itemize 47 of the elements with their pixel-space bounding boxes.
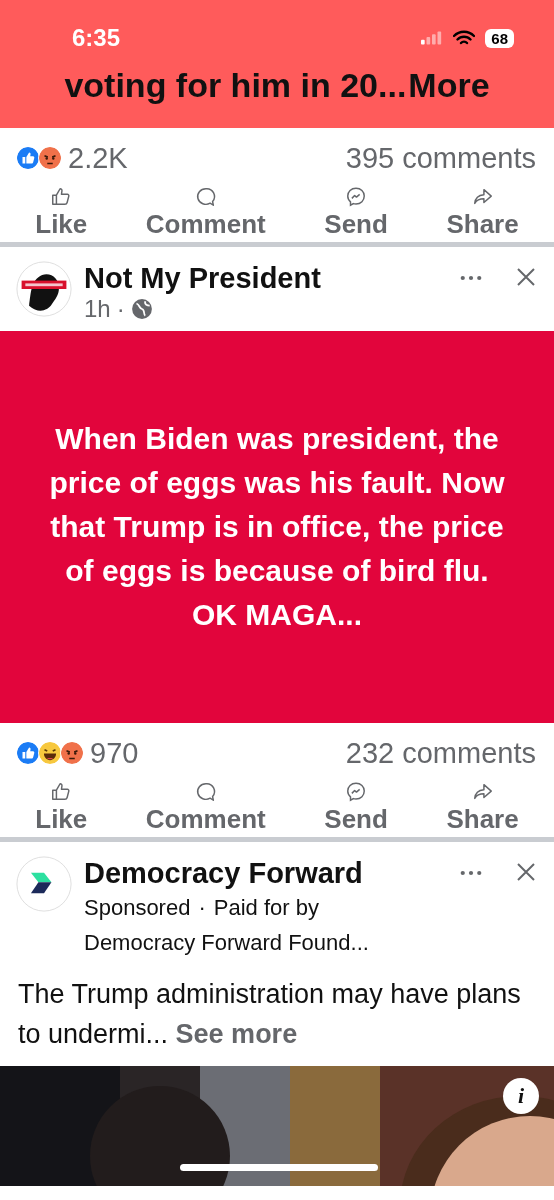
like-button[interactable]: Like <box>29 781 94 833</box>
separator-dot: · <box>116 295 125 323</box>
sponsor-name: Democracy Forward Found... <box>84 929 370 957</box>
separator-dot: · <box>198 894 206 922</box>
comment-button[interactable]: Comment <box>139 781 272 833</box>
more-options-icon[interactable] <box>460 275 482 281</box>
comment-count[interactable]: 232 comments <box>345 736 536 770</box>
avatar-drawing <box>16 261 72 317</box>
comment-icon <box>194 781 217 803</box>
more-options-icon[interactable] <box>460 870 482 876</box>
page-name[interactable]: Not My President <box>84 261 448 295</box>
more-link[interactable]: More <box>408 66 490 104</box>
reaction-count[interactable]: 970 <box>90 736 139 770</box>
comment-count[interactable]: 395 comments <box>345 141 536 175</box>
like-icon <box>50 781 73 803</box>
like-reaction-icon <box>16 741 40 765</box>
signal-icon <box>421 31 444 45</box>
post-text: voting for him in 20... <box>64 66 407 104</box>
laughing-face-icon <box>38 741 62 765</box>
angry-face-icon <box>38 146 62 170</box>
messenger-icon <box>345 781 368 803</box>
ad-caption: The Trump administration may have plans to undermi... See more <box>17 978 522 1051</box>
see-more-link[interactable]: See more <box>175 1019 298 1049</box>
status-time: 6:35 <box>72 24 121 52</box>
like-reaction-icon <box>16 146 40 170</box>
angry-face-icon <box>60 741 84 765</box>
share-button[interactable]: Share <box>440 781 525 833</box>
post-text: When Biden was president, the price of eggs was his fault. Now that Trump is in office, the price of eggs is because of bird flu. OK MAGA... <box>48 421 506 633</box>
battery-indicator: 68 <box>485 28 514 48</box>
page-name[interactable]: Democracy Forward <box>84 856 448 890</box>
arrow-logo-icon <box>16 856 72 912</box>
share-button[interactable]: Share <box>440 186 525 238</box>
reaction-count[interactable]: 2.2K <box>68 141 128 175</box>
post-time: 1h <box>84 295 111 323</box>
sponsored-label: Sponsored <box>84 894 191 922</box>
messenger-icon <box>345 186 368 208</box>
send-button[interactable]: Send <box>318 186 394 238</box>
comment-icon <box>194 186 217 208</box>
globe-icon <box>130 298 153 320</box>
send-button[interactable]: Send <box>318 781 394 833</box>
close-icon[interactable] <box>516 267 536 287</box>
comment-button[interactable]: Comment <box>139 186 272 238</box>
close-icon[interactable] <box>516 862 536 882</box>
like-icon <box>50 186 73 208</box>
wifi-icon <box>453 30 476 46</box>
paid-by-label: Paid for by <box>213 894 319 922</box>
like-button[interactable]: Like <box>29 186 94 238</box>
